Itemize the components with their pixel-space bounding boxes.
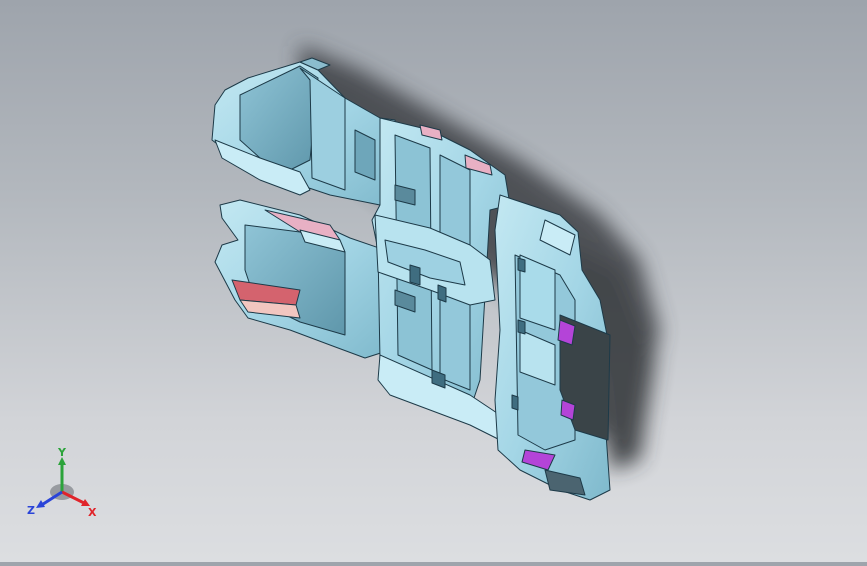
model-canvas[interactable] bbox=[0, 0, 867, 562]
x-axis-label: X bbox=[88, 506, 97, 519]
y-axis-label: Y bbox=[57, 448, 67, 459]
cad-graphics-viewport[interactable]: Y X Z bbox=[0, 0, 867, 562]
z-axis-label: Z bbox=[27, 504, 35, 517]
lower-wing-panel[interactable] bbox=[214, 199, 391, 359]
triad-graphic: Y X Z bbox=[27, 446, 97, 519]
orientation-triad[interactable]: Y X Z bbox=[26, 446, 106, 528]
center-tunnel[interactable] bbox=[371, 117, 511, 441]
